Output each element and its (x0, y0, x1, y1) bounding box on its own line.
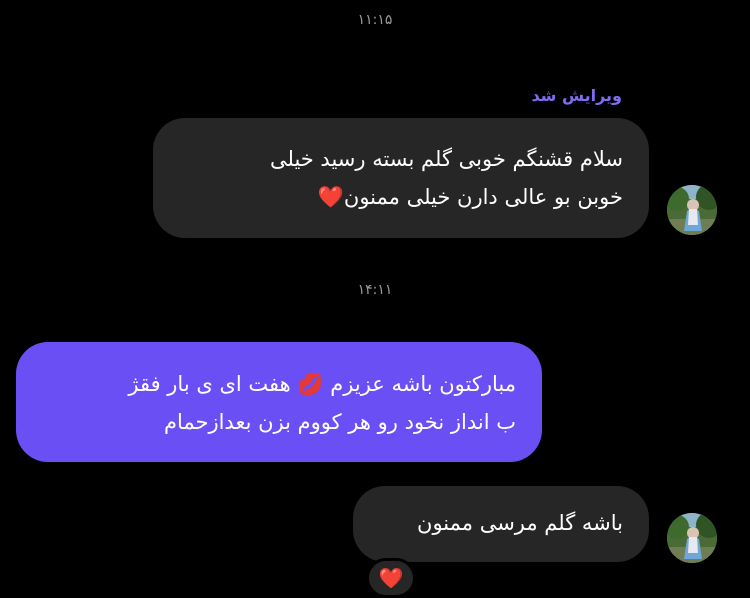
message-text: مبارکتون باشه عزیزم 💋 هفت ای ی بار فقژ (40, 365, 516, 403)
message-text: خوبن بو عالی دارن خیلی ممنون❤️ (175, 178, 623, 216)
avatar[interactable] (667, 185, 717, 235)
message-text: باشه گلم مرسی ممنون (417, 511, 623, 535)
message-text-segment: هفت ای ی بار فقژ (128, 372, 291, 396)
timestamp: ۱۴:۱۱ (357, 282, 393, 298)
message-text-segment: خوبن بو عالی دارن خیلی ممنون (343, 185, 623, 209)
heart-icon: ❤️ (317, 185, 344, 209)
message-bubble-sent[interactable]: مبارکتون باشه عزیزم 💋 هفت ای ی بار فقژ ب… (16, 342, 542, 462)
message-text-segment: مبارکتون باشه عزیزم (330, 372, 516, 396)
message-bubble-received[interactable]: باشه گلم مرسی ممنون (353, 486, 649, 562)
message-text: سلام قشنگم خوبی گلم بسته رسید خیلی (269, 147, 623, 171)
profile-avatar-icon (667, 185, 717, 235)
timestamp: ۱۱:۱۵ (357, 12, 393, 28)
profile-avatar-icon (667, 513, 717, 563)
reaction-heart-icon[interactable]: ❤️ (366, 558, 416, 598)
kiss-mark-icon: 💋 (297, 372, 324, 396)
avatar[interactable] (667, 513, 717, 563)
message-bubble-received[interactable]: سلام قشنگم خوبی گلم بسته رسید خیلی خوبن … (153, 118, 649, 238)
message-text: ب انداز نخود رو هر کووم بزن بعدازحمام (163, 410, 516, 434)
edited-label[interactable]: ویرایش شد (531, 86, 622, 105)
